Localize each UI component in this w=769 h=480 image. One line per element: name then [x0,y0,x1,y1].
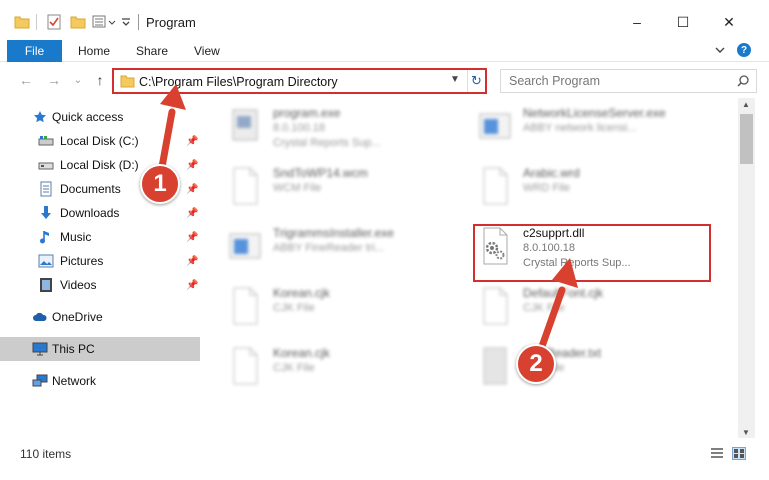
ribbon-tabs: File Home Share View ? [0,38,769,62]
new-folder-icon[interactable] [70,12,86,32]
scroll-down-icon[interactable]: ▼ [742,428,750,437]
blank-file-icon [227,286,263,326]
vertical-scrollbar[interactable]: ▲ ▼ [738,98,755,438]
sidebar-item-quick-access[interactable]: Quick access [0,105,200,129]
navigation-bar: ← → ⌄ ↑ C:\Program Files\Program Directo… [0,62,769,98]
minimize-button[interactable]: – [614,8,660,36]
file-item[interactable]: TrigrammsInstaller.exe ABBY FineReader t… [205,218,455,272]
download-icon [38,205,54,221]
sidebar-item-network[interactable]: Network [0,369,200,393]
sidebar-item-onedrive[interactable]: OneDrive [0,305,200,329]
item-count: 110 items [20,447,72,461]
step-badge-2: 2 [516,344,556,384]
scroll-thumb[interactable] [740,114,753,164]
file-item[interactable]: program.exe 8.0.100.18 Crystal Reports S… [205,98,455,152]
back-button[interactable]: ← [18,71,34,89]
folder-icon [120,74,135,91]
sidebar-item-local-disk-c[interactable]: Local Disk (C:) 📌 [0,129,200,153]
search-icon[interactable] [736,74,750,91]
music-icon [38,229,54,245]
tab-file[interactable]: File [7,40,62,62]
sidebar-item-videos[interactable]: Videos 📌 [0,273,200,297]
folder-icon [14,12,30,32]
tab-share[interactable]: Share [136,44,168,58]
highlight-box [473,224,711,282]
navigation-pane: Quick access Local Disk (C:) 📌 Local Dis… [0,98,205,438]
sidebar-item-music[interactable]: Music 📌 [0,225,200,249]
expand-ribbon-icon[interactable] [712,42,728,58]
large-icons-view-icon[interactable] [732,447,746,460]
sidebar-item-this-pc[interactable]: This PC [0,337,200,361]
refresh-button[interactable]: ↻ [467,70,485,92]
file-item[interactable]: NetworkLicenseServer.exe ABBY network li… [455,98,705,152]
blank-file-icon [477,166,513,206]
pin-icon[interactable]: 📌 [186,136,198,147]
drive-icon [38,133,54,149]
chevron-down-icon[interactable]: ▼ [450,74,460,85]
view-options-icon[interactable] [92,12,120,32]
tab-home[interactable]: Home [78,44,110,58]
customize-toolbar-icon[interactable] [120,12,132,32]
blank-file-icon [227,346,263,386]
details-view-icon[interactable] [710,447,724,460]
step-badge-1: 1 [140,164,180,204]
file-item[interactable]: FineReader.txt TXT File [455,338,705,392]
address-bar[interactable]: C:\Program Files\Program Directory ▼ ↻ [112,68,487,94]
network-icon [32,373,48,389]
address-path[interactable]: C:\Program Files\Program Directory [139,75,338,89]
pictures-icon [38,253,54,269]
properties-icon[interactable] [46,12,62,32]
drive-icon [38,157,54,173]
status-bar: 110 items [0,440,769,466]
file-item[interactable]: Korean.cjk CJK File [205,338,455,392]
computer-icon [32,341,48,357]
blank-file-icon [477,286,513,326]
documents-icon [38,181,54,197]
tab-view[interactable]: View [194,44,220,58]
window-title: Program [146,15,196,30]
forward-button[interactable]: → [46,71,62,89]
recent-locations-button[interactable]: ⌄ [70,71,86,89]
file-list: program.exe 8.0.100.18 Crystal Reports S… [205,98,738,436]
file-item[interactable]: SndToWP14.wcm WCM File [205,158,455,212]
pin-icon[interactable]: 📌 [186,184,198,195]
pin-icon[interactable]: 📌 [186,232,198,243]
file-item[interactable]: Arabic.wrd WRD File [455,158,705,212]
help-icon[interactable]: ? [736,42,752,58]
blank-file-icon [227,166,263,206]
file-item[interactable]: Korean.cjk CJK File [205,278,455,332]
file-item[interactable]: DefaultFont.cjk CJK File [455,278,705,332]
maximize-button[interactable]: ☐ [660,8,706,36]
close-button[interactable]: ✕ [706,8,752,36]
text-file-icon [477,346,513,386]
sidebar-item-downloads[interactable]: Downloads 📌 [0,201,200,225]
scroll-up-icon[interactable]: ▲ [742,100,750,109]
sidebar-item-pictures[interactable]: Pictures 📌 [0,249,200,273]
pin-icon[interactable]: 📌 [186,280,198,291]
up-button[interactable]: ↑ [92,71,108,89]
title-bar: Program – ☐ ✕ [0,0,769,38]
pin-icon[interactable]: 📌 [186,208,198,219]
star-icon [32,109,48,125]
app-icon [227,226,263,266]
pin-icon[interactable]: 📌 [186,256,198,267]
search-input[interactable]: Search Program [509,74,600,88]
exe-icon [227,106,263,146]
videos-icon [38,277,54,293]
search-box[interactable]: Search Program [500,69,757,93]
pin-icon[interactable]: 📌 [186,160,198,171]
cloud-icon [32,309,48,325]
title-divider [138,14,139,30]
app-icon [477,106,513,146]
